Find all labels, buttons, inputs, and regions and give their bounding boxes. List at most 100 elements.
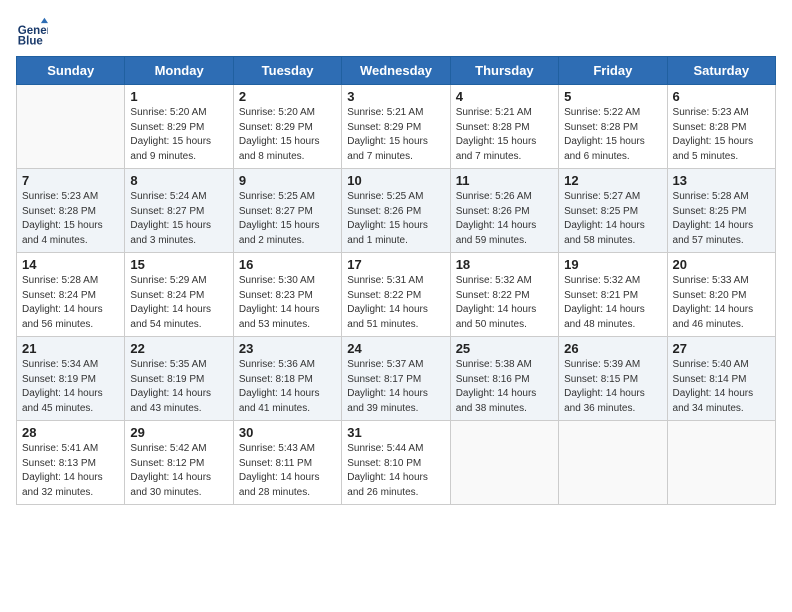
day-number: 13 — [673, 173, 770, 188]
day-info: Sunrise: 5:22 AM Sunset: 8:28 PM Dayligh… — [564, 106, 661, 164]
calendar-cell: 9 Sunrise: 5:25 AM Sunset: 8:27 PM Daylig… — [233, 169, 341, 253]
day-number: 14 — [22, 257, 119, 272]
day-header-tuesday: Tuesday — [233, 57, 341, 85]
calendar-header: SundayMondayTuesdayWednesdayThursdayFrid… — [17, 57, 776, 85]
day-header-thursday: Thursday — [450, 57, 558, 85]
calendar-cell: 21Sunrise: 5:34 AM Sunset: 8:19 PM Dayli… — [17, 337, 125, 421]
day-info: Sunrise: 5:20 AM Sunset: 8:29 PM Dayligh… — [130, 106, 227, 164]
calendar-cell: 23 Sunrise: 5:36 AM Sunset: 8:18 PM Dayli… — [233, 337, 341, 421]
calendar-cell: 20 Sunrise: 5:33 AM Sunset: 8:20 PM Dayli… — [667, 253, 775, 337]
day-number: 15 — [130, 257, 227, 272]
day-info: Sunrise: 5:44 AM Sunset: 8:10 PM Dayligh… — [347, 442, 444, 500]
day-number: 18 — [456, 257, 553, 272]
day-info: Sunrise: 5:21 AM Sunset: 8:29 PM Dayligh… — [347, 106, 444, 164]
day-number: 5 — [564, 89, 661, 104]
day-info: Sunrise: 5:24 AM Sunset: 8:27 PM Dayligh… — [130, 190, 227, 248]
calendar-cell — [450, 421, 558, 505]
calendar-table: SundayMondayTuesdayWednesdayThursdayFrid… — [16, 56, 776, 505]
week-row-1: 1 Sunrise: 5:20 AM Sunset: 8:29 PM Daylig… — [17, 85, 776, 169]
day-info: Sunrise: 5:28 AM Sunset: 8:25 PM Dayligh… — [673, 190, 770, 248]
day-header-sunday: Sunday — [17, 57, 125, 85]
week-row-4: 21Sunrise: 5:34 AM Sunset: 8:19 PM Dayli… — [17, 337, 776, 421]
day-info: Sunrise: 5:42 AM Sunset: 8:12 PM Dayligh… — [130, 442, 227, 500]
day-info: Sunrise: 5:35 AM Sunset: 8:19 PM Dayligh… — [130, 358, 227, 416]
day-number: 2 — [239, 89, 336, 104]
day-number: 1 — [130, 89, 227, 104]
day-number: 29 — [130, 425, 227, 440]
calendar-cell — [559, 421, 667, 505]
day-number: 27 — [673, 341, 770, 356]
day-header-monday: Monday — [125, 57, 233, 85]
day-number: 9 — [239, 173, 336, 188]
calendar-cell: 3 Sunrise: 5:21 AM Sunset: 8:29 PM Daylig… — [342, 85, 450, 169]
calendar-cell: 7 Sunrise: 5:23 AM Sunset: 8:28 PM Daylig… — [17, 169, 125, 253]
calendar-cell: 12Sunrise: 5:27 AM Sunset: 8:25 PM Dayli… — [559, 169, 667, 253]
calendar-cell: 22Sunrise: 5:35 AM Sunset: 8:19 PM Dayli… — [125, 337, 233, 421]
day-info: Sunrise: 5:25 AM Sunset: 8:27 PM Dayligh… — [239, 190, 336, 248]
calendar-cell: 26 Sunrise: 5:39 AM Sunset: 8:15 PM Dayli… — [559, 337, 667, 421]
day-info: Sunrise: 5:27 AM Sunset: 8:25 PM Dayligh… — [564, 190, 661, 248]
day-number: 11 — [456, 173, 553, 188]
day-number: 8 — [130, 173, 227, 188]
calendar-cell: 25Sunrise: 5:38 AM Sunset: 8:16 PM Dayli… — [450, 337, 558, 421]
day-info: Sunrise: 5:41 AM Sunset: 8:13 PM Dayligh… — [22, 442, 119, 500]
day-header-wednesday: Wednesday — [342, 57, 450, 85]
day-info: Sunrise: 5:31 AM Sunset: 8:22 PM Dayligh… — [347, 274, 444, 332]
day-info: Sunrise: 5:38 AM Sunset: 8:16 PM Dayligh… — [456, 358, 553, 416]
calendar-cell: 2Sunrise: 5:20 AM Sunset: 8:29 PM Daylig… — [233, 85, 341, 169]
calendar-cell: 14 Sunrise: 5:28 AM Sunset: 8:24 PM Dayli… — [17, 253, 125, 337]
day-header-friday: Friday — [559, 57, 667, 85]
page-header: General Blue — [16, 16, 776, 48]
calendar-cell: 29 Sunrise: 5:42 AM Sunset: 8:12 PM Dayli… — [125, 421, 233, 505]
calendar-cell: 13 Sunrise: 5:28 AM Sunset: 8:25 PM Dayli… — [667, 169, 775, 253]
svg-text:Blue: Blue — [18, 35, 44, 47]
day-info: Sunrise: 5:25 AM Sunset: 8:26 PM Dayligh… — [347, 190, 444, 248]
day-number: 23 — [239, 341, 336, 356]
day-number: 31 — [347, 425, 444, 440]
calendar-cell: 27 Sunrise: 5:40 AM Sunset: 8:14 PM Dayli… — [667, 337, 775, 421]
day-number: 10 — [347, 173, 444, 188]
day-number: 28 — [22, 425, 119, 440]
day-info: Sunrise: 5:26 AM Sunset: 8:26 PM Dayligh… — [456, 190, 553, 248]
day-info: Sunrise: 5:23 AM Sunset: 8:28 PM Dayligh… — [22, 190, 119, 248]
day-number: 16 — [239, 257, 336, 272]
calendar-cell: 5 Sunrise: 5:22 AM Sunset: 8:28 PM Daylig… — [559, 85, 667, 169]
day-info: Sunrise: 5:37 AM Sunset: 8:17 PM Dayligh… — [347, 358, 444, 416]
calendar-cell: 30 Sunrise: 5:43 AM Sunset: 8:11 PM Dayli… — [233, 421, 341, 505]
calendar-cell: 28 Sunrise: 5:41 AM Sunset: 8:13 PM Dayli… — [17, 421, 125, 505]
day-info: Sunrise: 5:30 AM Sunset: 8:23 PM Dayligh… — [239, 274, 336, 332]
day-number: 17 — [347, 257, 444, 272]
day-number: 30 — [239, 425, 336, 440]
week-row-2: 7 Sunrise: 5:23 AM Sunset: 8:28 PM Daylig… — [17, 169, 776, 253]
day-number: 3 — [347, 89, 444, 104]
week-row-5: 28 Sunrise: 5:41 AM Sunset: 8:13 PM Dayli… — [17, 421, 776, 505]
day-info: Sunrise: 5:33 AM Sunset: 8:20 PM Dayligh… — [673, 274, 770, 332]
day-number: 26 — [564, 341, 661, 356]
calendar-cell: 15Sunrise: 5:29 AM Sunset: 8:24 PM Dayli… — [125, 253, 233, 337]
week-row-3: 14 Sunrise: 5:28 AM Sunset: 8:24 PM Dayli… — [17, 253, 776, 337]
calendar-cell: 11 Sunrise: 5:26 AM Sunset: 8:26 PM Dayli… — [450, 169, 558, 253]
calendar-body: 1 Sunrise: 5:20 AM Sunset: 8:29 PM Daylig… — [17, 85, 776, 505]
day-info: Sunrise: 5:21 AM Sunset: 8:28 PM Dayligh… — [456, 106, 553, 164]
day-info: Sunrise: 5:43 AM Sunset: 8:11 PM Dayligh… — [239, 442, 336, 500]
calendar-cell: 10 Sunrise: 5:25 AM Sunset: 8:26 PM Dayli… — [342, 169, 450, 253]
calendar-cell: 17 Sunrise: 5:31 AM Sunset: 8:22 PM Dayli… — [342, 253, 450, 337]
calendar-cell: 6Sunrise: 5:23 AM Sunset: 8:28 PM Daylig… — [667, 85, 775, 169]
calendar-cell: 19 Sunrise: 5:32 AM Sunset: 8:21 PM Dayli… — [559, 253, 667, 337]
day-info: Sunrise: 5:32 AM Sunset: 8:21 PM Dayligh… — [564, 274, 661, 332]
logo: General Blue — [16, 16, 48, 48]
day-number: 19 — [564, 257, 661, 272]
calendar-cell: 8 Sunrise: 5:24 AM Sunset: 8:27 PM Daylig… — [125, 169, 233, 253]
day-info: Sunrise: 5:39 AM Sunset: 8:15 PM Dayligh… — [564, 358, 661, 416]
calendar-cell: 31 Sunrise: 5:44 AM Sunset: 8:10 PM Dayli… — [342, 421, 450, 505]
logo-icon: General Blue — [16, 16, 48, 48]
day-info: Sunrise: 5:36 AM Sunset: 8:18 PM Dayligh… — [239, 358, 336, 416]
day-info: Sunrise: 5:40 AM Sunset: 8:14 PM Dayligh… — [673, 358, 770, 416]
calendar-cell — [667, 421, 775, 505]
calendar-cell: 4Sunrise: 5:21 AM Sunset: 8:28 PM Daylig… — [450, 85, 558, 169]
day-number: 20 — [673, 257, 770, 272]
day-info: Sunrise: 5:23 AM Sunset: 8:28 PM Dayligh… — [673, 106, 770, 164]
day-info: Sunrise: 5:34 AM Sunset: 8:19 PM Dayligh… — [22, 358, 119, 416]
day-info: Sunrise: 5:28 AM Sunset: 8:24 PM Dayligh… — [22, 274, 119, 332]
day-number: 7 — [22, 173, 119, 188]
